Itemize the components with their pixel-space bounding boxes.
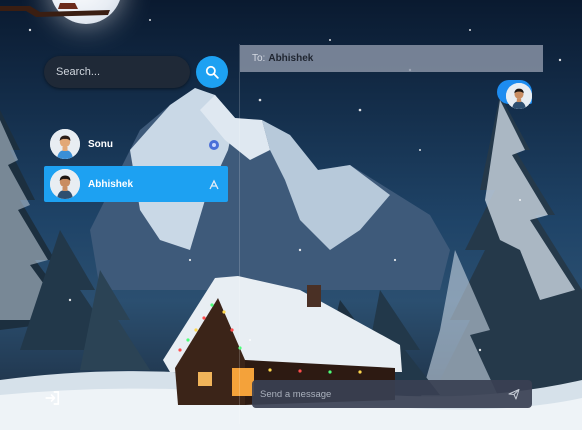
search-input[interactable] bbox=[44, 56, 176, 88]
contact-item-abhishek[interactable]: Abhishek bbox=[44, 166, 228, 202]
send-icon bbox=[508, 389, 520, 400]
logout-button[interactable] bbox=[44, 389, 62, 407]
avatar bbox=[50, 129, 80, 159]
message-input[interactable] bbox=[252, 379, 502, 409]
status-badge-icon bbox=[208, 138, 220, 156]
contact-item-sonu[interactable]: Sonu bbox=[44, 126, 228, 162]
panel-divider bbox=[239, 44, 240, 424]
contact-name: Abhishek bbox=[88, 178, 134, 190]
recipient-name: Abhishek bbox=[268, 53, 314, 64]
search-icon bbox=[205, 65, 219, 79]
status-badge-icon bbox=[208, 178, 220, 196]
recipient-header: To: Abhishek bbox=[240, 45, 543, 72]
contact-name: Sonu bbox=[88, 138, 113, 150]
logout-icon bbox=[45, 391, 60, 405]
message-avatar bbox=[506, 83, 532, 109]
send-button[interactable] bbox=[502, 382, 526, 406]
message-composer bbox=[252, 379, 532, 409]
search-button[interactable] bbox=[196, 56, 228, 88]
search-box bbox=[44, 56, 190, 88]
avatar bbox=[50, 169, 80, 199]
to-label: To: bbox=[252, 53, 266, 64]
